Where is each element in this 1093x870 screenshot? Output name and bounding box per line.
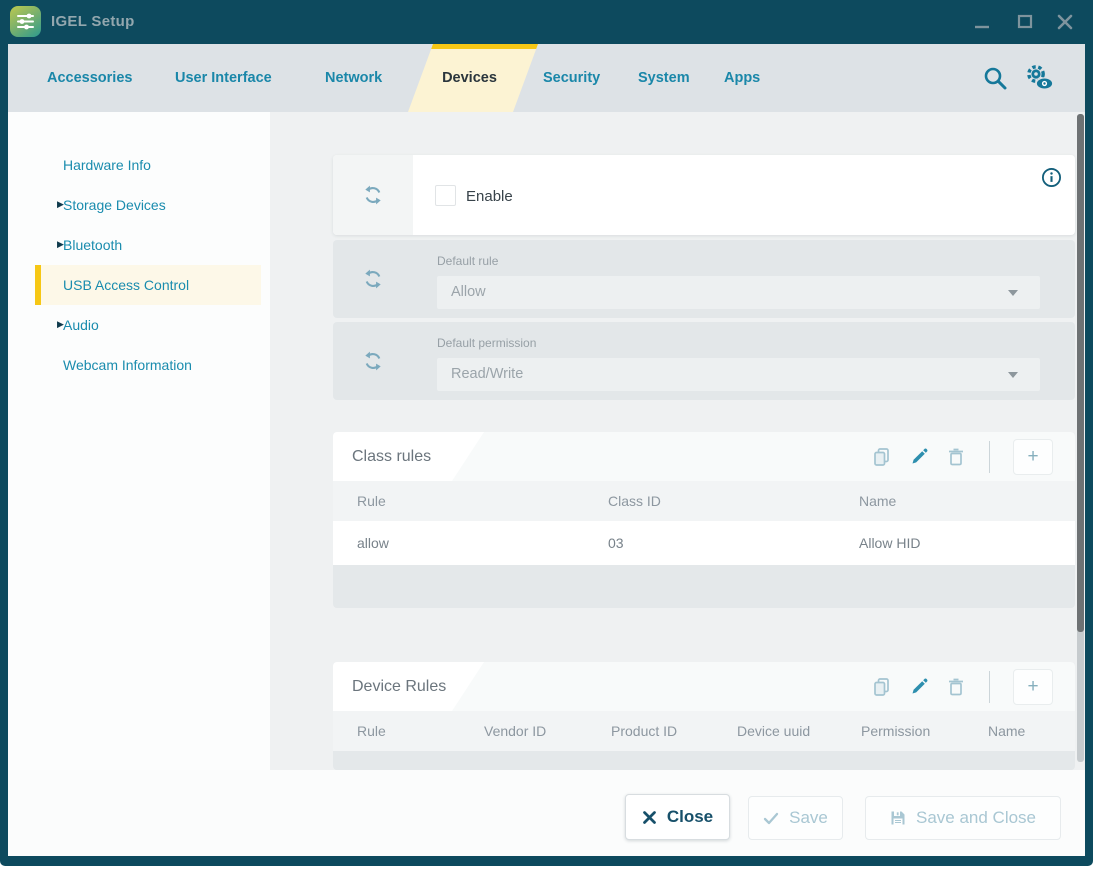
column-header: Name: [859, 493, 1075, 509]
reset-parameter-icon[interactable]: [333, 155, 413, 235]
chevron-down-icon: [1008, 372, 1018, 378]
reset-parameter-icon[interactable]: [333, 322, 413, 400]
cell-class-id: 03: [608, 535, 859, 551]
titlebar: IGEL Setup: [0, 0, 1093, 44]
toolbar-divider: [989, 441, 990, 473]
close-icon[interactable]: [1043, 0, 1087, 44]
topbar-icons: [982, 44, 1057, 112]
class-rules-title: Class rules: [352, 432, 431, 481]
minimize-icon[interactable]: [959, 0, 1003, 44]
default-rule-select[interactable]: Allow: [437, 276, 1040, 309]
sidebar-item-storage-devices[interactable]: ▶ Storage Devices: [35, 185, 261, 225]
sidebar-item-webcam-information[interactable]: Webcam Information: [35, 345, 261, 385]
floppy-disk-icon: [890, 810, 906, 826]
default-permission-value: Read/Write: [451, 358, 523, 391]
tab-network[interactable]: Network: [325, 44, 382, 112]
tab-bar: Accessories User Interface Network Devic…: [8, 44, 1085, 112]
edit-icon[interactable]: [909, 677, 929, 697]
add-class-rule-button[interactable]: +: [1013, 439, 1053, 475]
class-rules-card: Class rules +: [333, 432, 1075, 608]
default-rule-label: Default rule: [437, 254, 498, 268]
enable-checkbox[interactable]: [435, 185, 456, 206]
column-header: Class ID: [608, 493, 859, 509]
sidebar-item-label: Hardware Info: [63, 157, 151, 173]
sidebar-item-audio[interactable]: ▶ Audio: [35, 305, 261, 345]
toolbar-divider: [989, 671, 990, 703]
column-header: Rule: [357, 723, 484, 739]
save-and-close-button[interactable]: Save and Close: [865, 796, 1061, 840]
tab-user-interface[interactable]: User Interface: [175, 44, 272, 112]
tab-apps[interactable]: Apps: [724, 44, 760, 112]
tab-accessories[interactable]: Accessories: [47, 44, 132, 112]
device-rules-title: Device Rules: [352, 662, 446, 711]
add-device-rule-button[interactable]: +: [1013, 669, 1053, 705]
tab-devices-label: Devices: [408, 44, 513, 112]
chevron-right-icon[interactable]: ▶: [35, 200, 63, 210]
sidebar-item-label: Webcam Information: [63, 357, 192, 373]
column-header: Device uuid: [737, 723, 861, 739]
scrollbar-thumb[interactable]: [1077, 114, 1084, 632]
close-button-label: Close: [667, 807, 713, 827]
sidebar-item-usb-access-control[interactable]: USB Access Control: [35, 265, 261, 305]
sidebar-item-label: Bluetooth: [63, 237, 122, 253]
maximize-icon[interactable]: [1003, 0, 1047, 44]
tab-system[interactable]: System: [638, 44, 690, 112]
check-icon: [763, 812, 779, 825]
device-rules-card: Device Rules: [333, 662, 1075, 770]
save-button[interactable]: Save: [748, 796, 843, 840]
delete-icon[interactable]: [946, 447, 966, 467]
window-title: IGEL Setup: [51, 0, 135, 44]
cell-rule: allow: [357, 535, 608, 551]
cell-name: Allow HID: [859, 535, 1075, 551]
enable-card: Enable: [333, 155, 1075, 235]
column-header: Product ID: [611, 723, 737, 739]
footer-action-bar: Close Save Save and Close: [8, 770, 1085, 856]
igel-setup-window: IGEL Setup Accessories User Interface Ne…: [0, 0, 1093, 866]
sidebar-item-bluetooth[interactable]: ▶ Bluetooth: [35, 225, 261, 265]
save-button-label: Save: [789, 808, 828, 828]
info-icon[interactable]: [1041, 167, 1062, 188]
column-header: Vendor ID: [484, 723, 611, 739]
class-rules-header: Class rules +: [333, 432, 1075, 481]
column-header: Permission: [861, 723, 988, 739]
sidebar-item-label: Storage Devices: [63, 197, 166, 213]
default-rule-value: Allow: [451, 276, 486, 309]
class-rule-row[interactable]: allow 03 Allow HID: [333, 521, 1075, 565]
class-rules-table-header: Rule Class ID Name: [333, 481, 1075, 521]
app-logo-icon: [10, 6, 41, 37]
sidebar-item-hardware-info[interactable]: Hardware Info: [35, 145, 261, 185]
sidebar-item-label: Audio: [63, 317, 99, 333]
settings-panel: Enable Defa: [270, 112, 1085, 770]
chevron-right-icon[interactable]: ▶: [35, 240, 63, 250]
gear-visibility-icon[interactable]: [1023, 63, 1057, 93]
default-permission-row: Default permission Read/Write: [333, 322, 1075, 400]
chevron-right-icon[interactable]: ▶: [35, 320, 63, 330]
sidebar: Hardware Info ▶ Storage Devices ▶ Blueto…: [8, 112, 270, 770]
device-rules-toolbar: +: [872, 662, 1053, 711]
search-icon[interactable]: [982, 65, 1009, 92]
default-permission-select[interactable]: Read/Write: [437, 358, 1040, 391]
chevron-down-icon: [1008, 290, 1018, 296]
device-rules-header: Device Rules: [333, 662, 1075, 711]
column-header: Name: [988, 723, 1075, 739]
tab-devices-active[interactable]: Devices: [408, 44, 538, 112]
enable-label: Enable: [466, 188, 513, 205]
copy-icon[interactable]: [872, 447, 892, 467]
tab-security[interactable]: Security: [543, 44, 600, 112]
save-and-close-button-label: Save and Close: [916, 808, 1036, 828]
close-x-icon: [642, 810, 657, 825]
column-header: Rule: [357, 493, 608, 509]
reset-parameter-icon[interactable]: [333, 240, 413, 318]
close-button[interactable]: Close: [625, 794, 730, 840]
device-rules-table-header: Rule Vendor ID Product ID Device uuid Pe…: [333, 711, 1075, 751]
delete-icon[interactable]: [946, 677, 966, 697]
default-permission-label: Default permission: [437, 336, 536, 350]
default-rule-row: Default rule Allow: [333, 240, 1075, 318]
edit-icon[interactable]: [909, 447, 929, 467]
class-rules-toolbar: +: [872, 432, 1053, 481]
sidebar-item-label: USB Access Control: [63, 277, 189, 293]
copy-icon[interactable]: [872, 677, 892, 697]
